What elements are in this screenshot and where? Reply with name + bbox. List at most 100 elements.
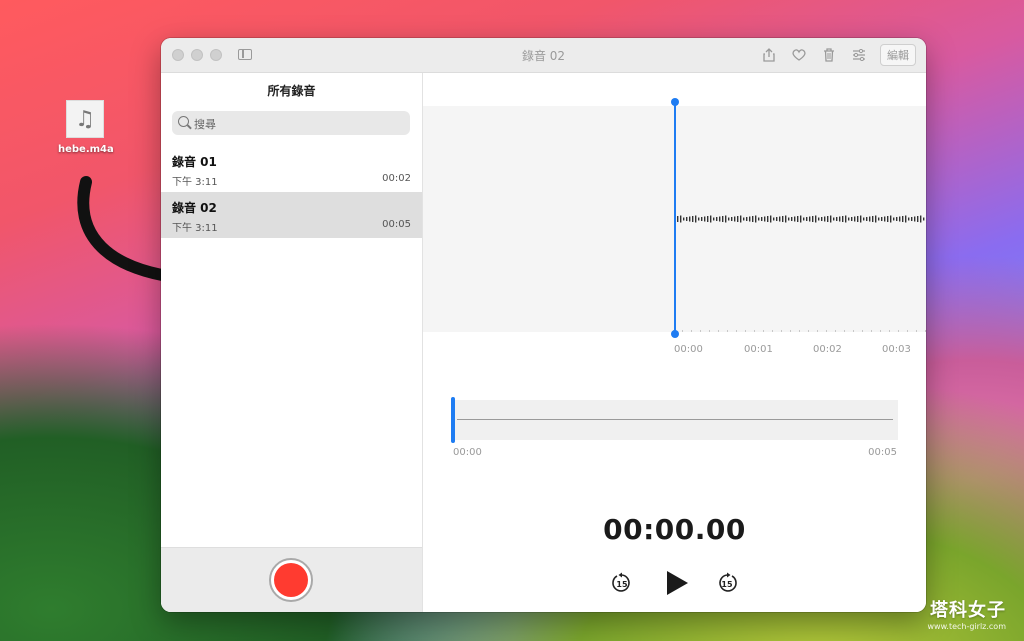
- waveform-bar: [725, 215, 727, 223]
- timeline-minor-tick: [880, 330, 881, 332]
- waveform-bar: [854, 216, 856, 222]
- timeline-minor-tick: [763, 330, 764, 332]
- skip-forward-icon: 15: [719, 572, 737, 592]
- timeline-minor-tick: [700, 330, 701, 332]
- skip-forward-label: 15: [721, 580, 733, 589]
- timeline-minor-tick: [682, 330, 683, 332]
- waveform-bar: [848, 217, 850, 221]
- search-placeholder: 搜尋: [194, 118, 216, 131]
- timeline-minor-tick: [898, 330, 899, 332]
- waveform-bar: [686, 217, 688, 221]
- playback-timer: 00:00.00: [603, 513, 746, 546]
- waveform-bar: [896, 217, 898, 221]
- watermark-url: www.tech-girlz.com: [927, 622, 1007, 631]
- waveform-bar: [911, 217, 913, 221]
- timeline-minor-tick: [745, 330, 746, 332]
- waveform-bar: [683, 217, 685, 221]
- waveform-bar: [866, 217, 868, 221]
- sidebar-title: 所有錄音: [267, 84, 316, 98]
- playback-pane: 00:00 00:01 00:02 00:03 00:00 00:05 00:0…: [423, 73, 926, 612]
- timeline-minor-tick: [691, 330, 692, 332]
- play-button[interactable]: [663, 569, 691, 597]
- overview-waveform: [457, 419, 893, 420]
- waveform-bar: [857, 216, 859, 222]
- waveform-bar: [881, 217, 883, 221]
- waveform-bar: [806, 217, 808, 221]
- waveform-bar: [824, 216, 826, 222]
- waveform-bar: [719, 216, 721, 222]
- waveform-bar: [737, 216, 739, 222]
- search-field[interactable]: 搜尋: [172, 111, 410, 135]
- waveform-bar: [776, 217, 778, 221]
- timeline-minor-tick: [889, 330, 890, 332]
- recording-duration: 00:02: [382, 173, 411, 184]
- record-bar: [161, 547, 422, 612]
- record-button[interactable]: [269, 558, 313, 602]
- waveform-bar: [755, 215, 757, 223]
- waveform-bar: [893, 217, 895, 221]
- share-icon[interactable]: [754, 44, 784, 66]
- skip-forward-15-button[interactable]: 15: [716, 569, 738, 597]
- timeline-tick: 00:03: [882, 344, 911, 355]
- waveform-bar: [842, 216, 844, 222]
- waveform-bar: [809, 216, 811, 222]
- waveform-bar: [920, 215, 922, 223]
- overview-end-time: 00:05: [868, 447, 897, 458]
- waveform-bar: [905, 215, 907, 223]
- waveform-bar: [782, 216, 784, 222]
- overview-playhead[interactable]: [451, 397, 455, 443]
- recording-item-selected[interactable]: 錄音 02 下午 3:11 00:05: [161, 192, 422, 238]
- waveform-bar: [821, 217, 823, 221]
- timeline-minor-tick: [718, 330, 719, 332]
- waveform-bar: [827, 216, 829, 222]
- trash-icon[interactable]: [814, 44, 844, 66]
- waveform-bar: [884, 216, 886, 222]
- waveform-bar: [767, 216, 769, 222]
- recordings-sidebar: 所有錄音 搜尋 錄音 01 下午 3:11 00:02 錄音 02 下午 3:1…: [161, 73, 423, 612]
- play-icon: [667, 571, 688, 595]
- timeline-minor-tick: [907, 330, 908, 332]
- waveform-bar: [818, 217, 820, 221]
- waveform-bar: [716, 217, 718, 221]
- waveform-bar: [812, 216, 814, 222]
- waveform-bar: [707, 216, 709, 222]
- waveform-bar: [698, 217, 700, 221]
- timeline-minor-tick: [853, 330, 854, 332]
- skip-back-15-button[interactable]: 15: [611, 569, 633, 597]
- watermark-logo: 塔科女子: [930, 600, 1006, 621]
- timeline-minor-tick: [727, 330, 728, 332]
- waveform-bar: [902, 216, 904, 222]
- waveform-bar: [875, 215, 877, 223]
- waveform-bar: [689, 216, 691, 222]
- overview-scrubber[interactable]: [451, 397, 898, 443]
- waveform-bar: [746, 217, 748, 221]
- voice-memos-window: 錄音 02 編輯 所有錄音 搜尋 錄音 01 下午 3:11 00:02 錄音 …: [161, 38, 926, 612]
- timeline-minor-tick: [808, 330, 809, 332]
- timeline-minor-tick: [835, 330, 836, 332]
- timeline-minor-tick: [754, 330, 755, 332]
- waveform-bar: [815, 215, 817, 223]
- timeline-minor-tick: [817, 330, 818, 332]
- waveform-bar: [791, 217, 793, 221]
- timeline-minor-tick: [790, 330, 791, 332]
- recording-duration: 00:05: [382, 219, 411, 230]
- recording-name: 錄音 01: [172, 155, 217, 169]
- waveform-bar: [887, 216, 889, 222]
- waveform-bar: [860, 215, 862, 223]
- watermark: 塔科女子 www.tech-girlz.com: [928, 596, 1007, 631]
- heart-icon[interactable]: [784, 44, 814, 66]
- sliders-icon[interactable]: [844, 44, 874, 66]
- waveform-bar: [758, 217, 760, 221]
- timeline-minor-tick: [871, 330, 872, 332]
- desktop-file[interactable]: ♫ hebe.m4a: [58, 100, 114, 155]
- playhead[interactable]: [674, 101, 676, 335]
- waveform-bar: [734, 216, 736, 222]
- playhead-handle-bottom[interactable]: [671, 330, 679, 338]
- edit-button[interactable]: 編輯: [880, 44, 916, 66]
- waveform-bar: [761, 217, 763, 221]
- playhead-handle-top[interactable]: [671, 98, 679, 106]
- waveform-bar: [680, 215, 682, 223]
- waveform-bar: [872, 216, 874, 222]
- waveform-bar: [833, 217, 835, 221]
- recording-item[interactable]: 錄音 01 下午 3:11 00:02: [161, 146, 422, 193]
